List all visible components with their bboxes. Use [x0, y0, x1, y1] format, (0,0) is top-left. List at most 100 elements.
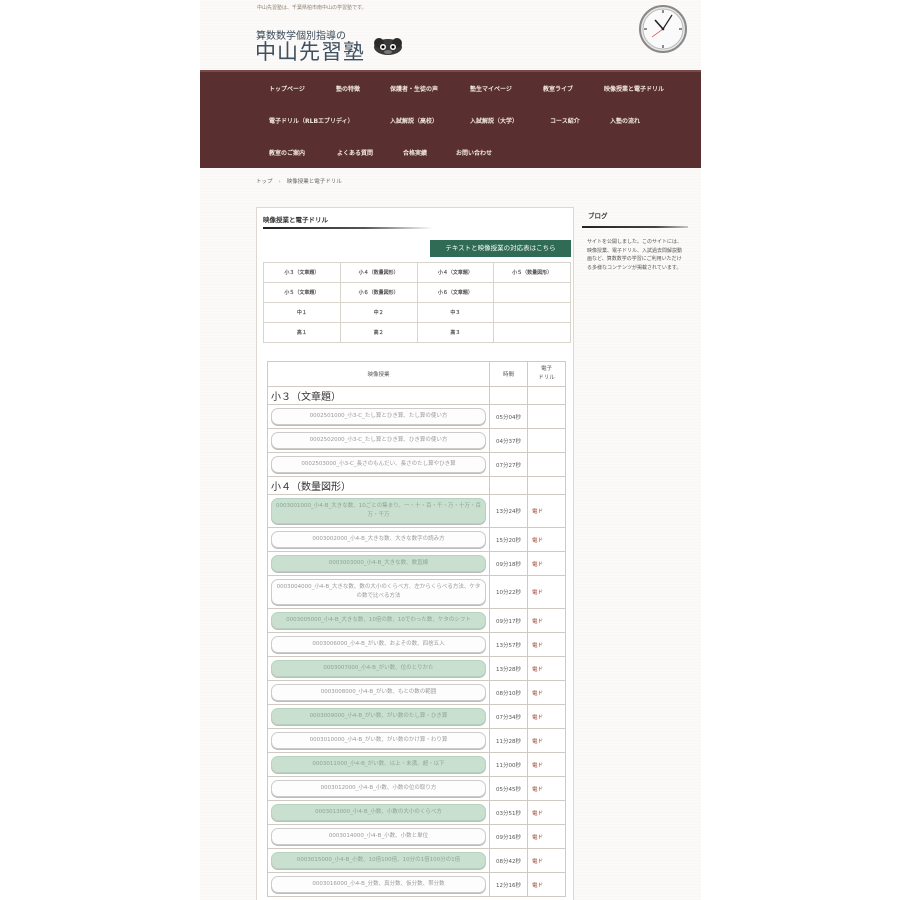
video-lesson-button[interactable]: 0002501000_小3-C_たし算とひき算、たし算の使い方	[271, 408, 486, 425]
video-lesson-button[interactable]: 0003007000_小4-B_がい数、位のとりかた	[271, 660, 486, 677]
drill-link[interactable]: 電ド	[527, 551, 566, 576]
section-empty-cell	[489, 476, 528, 495]
grade-link[interactable]: 小３（文章題）	[263, 262, 341, 283]
grade-row: 小３（文章題） 小４（数量図形） 小４（文章題） 小５（数量図形）	[263, 262, 571, 283]
grade-link[interactable]: 高２	[339, 322, 418, 343]
section-title: 小３（文章題）	[267, 386, 490, 405]
video-lesson-button[interactable]: 0003016000_小4-B_分数、真分数、仮分数、帯分数	[271, 876, 486, 893]
drill-link	[527, 404, 566, 429]
grade-link[interactable]: 小６（文章題）	[416, 282, 495, 303]
video-cell: 0003002000_小4-B_大きな数、大きな数字の読み方	[267, 527, 490, 552]
nav-item-enroll[interactable]: 入塾の流れ	[610, 116, 640, 125]
section-empty-cell	[527, 476, 566, 495]
grade-link[interactable]: 中２	[339, 302, 418, 323]
video-lesson-button[interactable]: 0003015000_小4-B_小数、10倍100倍、10分の1倍100分の1倍	[271, 852, 486, 869]
breadcrumb: トップ › 映像授業と電子ドリル	[256, 177, 342, 185]
video-duration: 08分10秒	[489, 680, 528, 705]
video-cell: 0002503000_小3-C_長さのもんだい、長さのたし算やひき算	[267, 452, 490, 477]
grade-link[interactable]: 小５（文章題）	[263, 282, 341, 303]
table-row: 0003007000_小4-B_がい数、位のとりかた 13分28秒 電ド	[267, 656, 566, 681]
video-duration: 13分28秒	[489, 656, 528, 681]
video-cell: 0003005000_小4-B_大きな数、10倍の数、10でわった数、ケタのシフ…	[267, 608, 490, 633]
nav-item-contact[interactable]: お問い合わせ	[456, 148, 492, 157]
nav-item-live[interactable]: 教室ライブ	[543, 84, 573, 93]
title-underline	[263, 227, 433, 229]
sidebar-title: ブログ	[588, 212, 608, 220]
video-cell: 0003009000_小4-B_がい数、がい数のたし算・ひき算	[267, 704, 490, 729]
drill-link[interactable]: 電ド	[527, 824, 566, 849]
grade-link[interactable]: 小６（数量図形）	[339, 282, 418, 303]
video-cell: 0003007000_小4-B_がい数、位のとりかた	[267, 656, 490, 681]
table-row: 0003008000_小4-B_がい数、もとの数の範囲 08分10秒 電ド	[267, 680, 566, 705]
video-lesson-button[interactable]: 0003006000_小4-B_がい数、およその数、四捨五入	[271, 636, 486, 653]
video-cell: 0003003000_小4-B_大きな数、数直線	[267, 551, 490, 576]
nav-item-faq[interactable]: よくある質問	[337, 148, 373, 157]
drill-link[interactable]: 電ド	[527, 608, 566, 633]
grade-link[interactable]: 高３	[416, 322, 495, 343]
drill-link[interactable]: 電ド	[527, 575, 566, 609]
video-lesson-button[interactable]: 0003011000_小4-B_がい数、以上・未満、超・以下	[271, 756, 486, 773]
nav-item-results[interactable]: 合格実績	[403, 148, 427, 157]
section-row: 小３（文章題）	[267, 386, 566, 405]
nav-item-top[interactable]: トップページ	[269, 84, 305, 93]
grade-link[interactable]: 中３	[416, 302, 495, 323]
video-duration: 07分27秒	[489, 452, 528, 477]
video-lesson-button[interactable]: 0003003000_小4-B_大きな数、数直線	[271, 555, 486, 572]
grade-link[interactable]: 高１	[263, 322, 341, 343]
drill-link[interactable]: 電ド	[527, 680, 566, 705]
video-lesson-button[interactable]: 0003010000_小4-B_がい数、がい数のかけ算・わり算	[271, 732, 486, 749]
video-lesson-button[interactable]: 0003002000_小4-B_大きな数、大きな数字の読み方	[271, 531, 486, 548]
drill-link[interactable]: 電ド	[527, 656, 566, 681]
section-row: 小４（数量図形）	[267, 476, 566, 495]
video-lesson-button[interactable]: 0003008000_小4-B_がい数、もとの数の範囲	[271, 684, 486, 701]
site-title[interactable]: 中山先習塾	[255, 36, 365, 66]
section-empty-cell	[527, 386, 566, 405]
drill-link[interactable]: 電ド	[527, 848, 566, 873]
video-lesson-button[interactable]: 0002503000_小3-C_長さのもんだい、長さのたし算やひき算	[271, 456, 486, 473]
grade-link[interactable]: 小５（数量図形）	[493, 262, 571, 283]
drill-link[interactable]: 電ド	[527, 704, 566, 729]
nav-item-exam-univ[interactable]: 入試解説（大学）	[470, 116, 518, 125]
page-title: 映像授業と電子ドリル	[263, 216, 328, 224]
breadcrumb-home[interactable]: トップ	[256, 179, 273, 185]
nav-item-voices[interactable]: 保護者・生徒の声	[390, 84, 438, 93]
video-lesson-button[interactable]: 0003012000_小4-B_小数、小数の位の取り方	[271, 780, 486, 797]
video-lesson-button[interactable]: 0003013000_小4-B_小数、小数の大小のくらべ方	[271, 804, 486, 821]
drill-link[interactable]: 電ド	[527, 776, 566, 801]
grade-link[interactable]: 中１	[263, 302, 341, 323]
video-duration: 07分34秒	[489, 704, 528, 729]
nav-item-video[interactable]: 映像授業と電子ドリル	[604, 84, 664, 93]
correspondence-table-button[interactable]: テキストと映像授業の対応表はこちら	[430, 240, 571, 257]
nav-item-courses[interactable]: コース紹介	[550, 116, 580, 125]
drill-link[interactable]: 電ド	[527, 728, 566, 753]
drill-link[interactable]: 電ド	[527, 872, 566, 897]
section-title: 小４（数量図形）	[267, 476, 490, 495]
nav-item-drill[interactable]: 電子ドリル（RLBエブリディ）	[269, 116, 354, 125]
grade-link[interactable]: 小４（文章題）	[416, 262, 495, 283]
drill-link[interactable]: 電ド	[527, 752, 566, 777]
nav-item-exam-high[interactable]: 入試解説（高校）	[390, 116, 438, 125]
video-cell: 0003001000_小4-B_大きな数、10ごとの集まり、一・十・百・千・万・…	[267, 494, 490, 528]
nav-item-mypage[interactable]: 塾生マイページ	[470, 84, 512, 93]
video-lesson-button[interactable]: 0003009000_小4-B_がい数、がい数のたし算・ひき算	[271, 708, 486, 725]
drill-link[interactable]: 電ド	[527, 800, 566, 825]
video-lesson-button[interactable]: 0003001000_小4-B_大きな数、10ごとの集まり、一・十・百・千・万・…	[271, 498, 486, 524]
site-description: 中山先習塾は、千葉県柏市南中山の学習塾です。	[257, 5, 367, 11]
video-cell: 0003010000_小4-B_がい数、がい数のかけ算・わり算	[267, 728, 490, 753]
drill-link	[527, 452, 566, 477]
video-duration: 05分04秒	[489, 404, 528, 429]
drill-link[interactable]: 電ド	[527, 527, 566, 552]
video-cell: 0003015000_小4-B_小数、10倍100倍、10分の1倍100分の1倍	[267, 848, 490, 873]
drill-link[interactable]: 電ド	[527, 494, 566, 528]
video-duration: 11分28秒	[489, 728, 528, 753]
video-lesson-button[interactable]: 0003004000_小4-B_大きな数、数の大小のくらべ方、左からくらべる方法…	[271, 579, 486, 605]
drill-link[interactable]: 電ド	[527, 632, 566, 657]
video-lesson-button[interactable]: 0003014000_小4-B_小数、小数と単位	[271, 828, 486, 845]
nav-item-access[interactable]: 教室のご案内	[269, 148, 305, 157]
nav-item-features[interactable]: 塾の特徴	[336, 84, 360, 93]
table-row: 0003013000_小4-B_小数、小数の大小のくらべ方 03分51秒 電ド	[267, 800, 566, 825]
header-drill: 電子 ドリル	[527, 361, 566, 387]
video-lesson-button[interactable]: 0002502000_小3-C_たし算とひき算、ひき算の使い方	[271, 432, 486, 449]
video-lesson-button[interactable]: 0003005000_小4-B_大きな数、10倍の数、10でわった数、ケタのシフ…	[271, 612, 486, 629]
grade-link[interactable]: 小４（数量図形）	[339, 262, 418, 283]
